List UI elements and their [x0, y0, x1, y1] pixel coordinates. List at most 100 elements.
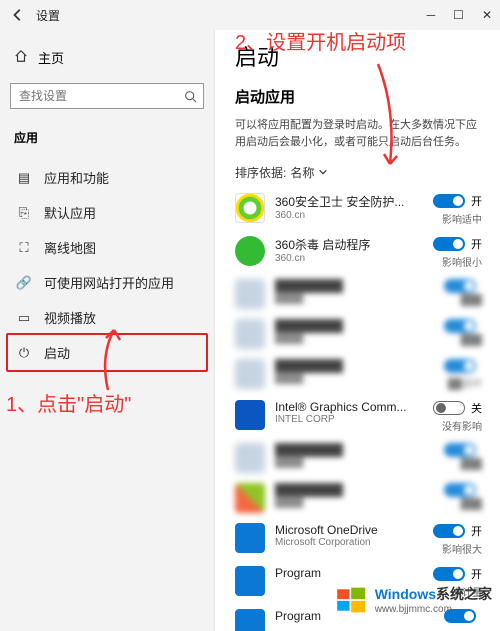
app-row: ███████████████ [235, 483, 482, 513]
watermark-url: www.bjjmmc.com [375, 604, 492, 615]
startup-toggle[interactable] [433, 524, 465, 538]
app-name: ████████ [275, 443, 434, 457]
impact-label: 影响适中 [442, 211, 482, 226]
app-info: Microsoft OneDriveMicrosoft Corporation [275, 523, 423, 548]
toggle-state: 开 [471, 566, 482, 582]
search-icon[interactable] [180, 86, 200, 106]
nav-label: 视频播放 [44, 308, 96, 327]
app-icon [235, 483, 265, 513]
app-info: ████████████ [275, 279, 434, 304]
nav-label: 离线地图 [44, 238, 96, 257]
startup-toggle[interactable] [433, 237, 465, 251]
home-label: 主页 [38, 48, 64, 67]
home-link[interactable]: 主页 [10, 42, 204, 73]
app-icon [235, 609, 265, 631]
sort-label: 排序依据: [235, 164, 286, 181]
search-input[interactable] [10, 83, 204, 109]
nav-icon: ⏻ [16, 345, 32, 361]
startup-toggle[interactable] [444, 319, 476, 333]
app-row: Intel® Graphics Comm...INTEL CORP 关没有影响 [235, 400, 482, 433]
app-row: 360安全卫士 安全防护...360.cn开影响适中 [235, 193, 482, 226]
app-publisher: ████ [275, 293, 434, 304]
section-title: 启动应用 [235, 86, 482, 107]
toggle-state: 开 [471, 523, 482, 539]
impact-label: ██适中 [448, 375, 482, 390]
search-wrap [10, 83, 204, 109]
nav-label: 默认应用 [44, 203, 96, 222]
startup-toggle[interactable] [444, 279, 476, 293]
app-icon [235, 193, 265, 223]
app-name: ████████ [275, 279, 434, 293]
sidebar-item-3[interactable]: 🔗可使用网站打开的应用 [10, 265, 204, 300]
app-name: Intel® Graphics Comm... [275, 400, 423, 414]
sidebar-item-5[interactable]: ⏻ 启动 [6, 333, 208, 372]
sort-row[interactable]: 排序依据: 名称 [235, 164, 482, 181]
close-button[interactable]: ✕ [482, 8, 492, 22]
app-icon [235, 400, 265, 430]
app-info: 360杀毒 启动程序360.cn [275, 236, 423, 264]
app-name: ████████ [275, 319, 434, 333]
app-icon [235, 359, 265, 389]
nav-icon: ⎘ [16, 205, 32, 221]
windows-logo-icon [335, 586, 369, 614]
sidebar-item-2[interactable]: ⛶ 离线地图 [10, 230, 204, 265]
window-controls: ─ ☐ ✕ [427, 8, 492, 22]
startup-toggle[interactable] [433, 194, 465, 208]
impact-label: 影响很小 [442, 254, 482, 269]
app-publisher: ████ [275, 333, 434, 344]
sidebar: 主页 应用 ▤ 应用和功能 ⎘ 默认应用 ⛶ 离线地图 🔗可使用网站打开的应用 ▭ 视频播放 ⏻ 启… [0, 30, 215, 631]
description-text: 可以将应用配置为登录时启动。在大多数情况下应用启动后会最小化，或者可能只启动后台… [235, 117, 482, 150]
app-icon [235, 443, 265, 473]
app-info: Program [275, 566, 423, 580]
app-row: ████████████ ██适中 [235, 359, 482, 390]
window-title: 设置 [36, 7, 60, 24]
back-button[interactable] [8, 8, 28, 22]
app-publisher: INTEL CORP [275, 414, 423, 425]
nav-label: 可使用网站打开的应用 [44, 273, 174, 292]
app-name: 360杀毒 启动程序 [275, 236, 423, 253]
startup-toggle[interactable] [433, 401, 465, 415]
startup-toggle[interactable] [444, 483, 476, 497]
watermark-brand-en: Windows [375, 586, 436, 602]
nav-icon: ⛶ [16, 240, 32, 256]
app-icon [235, 236, 265, 266]
nav-icon: ▭ [16, 310, 32, 326]
startup-toggle[interactable] [433, 567, 465, 581]
nav-label: 应用和功能 [44, 168, 109, 187]
app-publisher: Microsoft Corporation [275, 537, 423, 548]
app-icon [235, 319, 265, 349]
startup-toggle[interactable] [444, 359, 476, 373]
app-name: Program [275, 566, 423, 580]
page-title: 启动 [235, 40, 482, 72]
minimize-button[interactable]: ─ [427, 8, 436, 22]
category-label: 应用 [10, 123, 204, 160]
app-info: 360安全卫士 安全防护...360.cn [275, 193, 423, 221]
startup-toggle[interactable] [444, 443, 476, 457]
chevron-down-icon [318, 166, 328, 180]
toggle-state: 开 [471, 236, 482, 252]
sidebar-item-0[interactable]: ▤ 应用和功能 [10, 160, 204, 195]
app-info: ████████████ [275, 483, 434, 508]
app-info: ████████████ [275, 319, 434, 344]
app-icon [235, 523, 265, 553]
app-row: Microsoft OneDriveMicrosoft Corporation 开… [235, 523, 482, 556]
app-icon [235, 566, 265, 596]
sidebar-item-1[interactable]: ⎘ 默认应用 [10, 195, 204, 230]
app-publisher: ████ [275, 373, 434, 384]
app-name: ████████ [275, 483, 434, 497]
impact-label: ███ [461, 499, 482, 510]
impact-label: 没有影响 [442, 418, 482, 433]
app-row: ███████████████ [235, 319, 482, 349]
nav-label: 启动 [44, 343, 70, 362]
app-info: ████████████ [275, 359, 434, 384]
main-content: 启动 启动应用 可以将应用配置为登录时启动。在大多数情况下应用启动后会最小化，或… [215, 30, 500, 631]
watermark-brand-cn: 系统之家 [436, 586, 492, 602]
app-name: Microsoft OneDrive [275, 523, 423, 537]
sidebar-item-4[interactable]: ▭ 视频播放 [10, 300, 204, 335]
app-row: ███████████████ [235, 279, 482, 309]
nav-icon: ▤ [16, 170, 32, 186]
maximize-button[interactable]: ☐ [453, 8, 464, 22]
app-row: ███████████████ [235, 443, 482, 473]
toggle-state: 关 [471, 400, 482, 416]
title-bar: 设置 ─ ☐ ✕ [0, 0, 500, 30]
